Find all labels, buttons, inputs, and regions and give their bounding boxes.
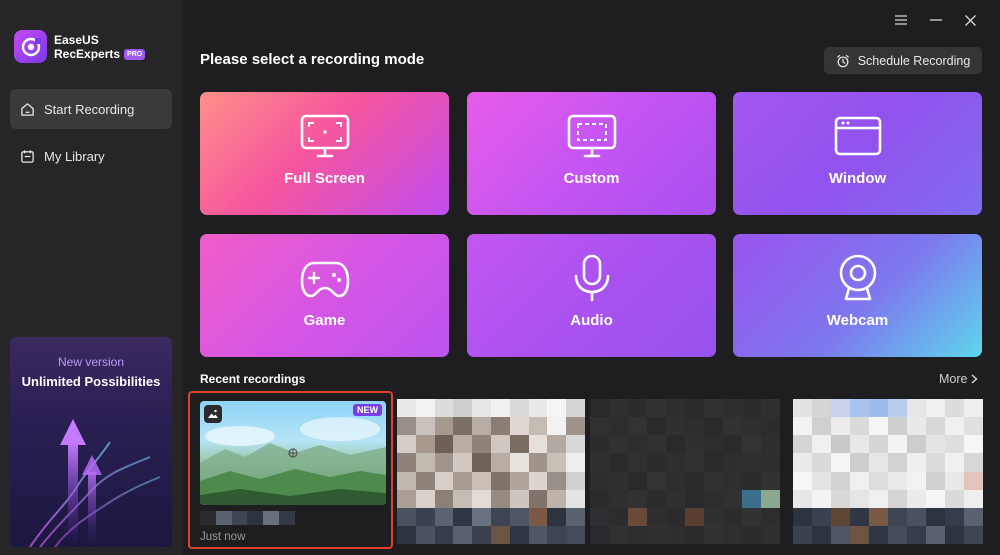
monitor-fullscreen-icon (300, 114, 349, 158)
window-icon (834, 116, 881, 156)
app-name-line2: RecExperts (54, 47, 121, 61)
menu-button[interactable] (892, 11, 910, 29)
app-name-line1: EaseUS (54, 33, 99, 47)
sidebar-item-label: Start Recording (44, 101, 135, 117)
app-name: EaseUS RecExperts PRO (54, 33, 146, 61)
pro-badge: PRO (124, 49, 146, 61)
growth-arrow-icon (29, 419, 161, 547)
webcam-icon (839, 254, 876, 301)
schedule-recording-button[interactable]: Schedule Recording (824, 47, 982, 74)
sidebar-item-start-recording[interactable]: Start Recording (10, 89, 172, 129)
mode-card-label: Game (303, 312, 346, 329)
recording-thumbnail-redacted[interactable] (590, 399, 780, 544)
minimize-button[interactable] (927, 11, 945, 29)
image-icon (204, 405, 222, 423)
mode-card-webcam[interactable]: Webcam (733, 234, 982, 357)
mode-card-label: Webcam (826, 312, 889, 329)
schedule-recording-label: Schedule Recording (857, 53, 971, 68)
minimize-icon (930, 19, 942, 21)
app-logo-icon (14, 30, 47, 63)
mode-card-audio[interactable]: Audio (467, 234, 716, 357)
menu-icon (895, 15, 907, 25)
sidebar-item-label: My Library (44, 148, 105, 164)
mode-card-window[interactable]: Window (733, 92, 982, 215)
mode-card-label: Audio (570, 312, 613, 329)
mode-card-full-screen[interactable]: Full Screen (200, 92, 449, 215)
promo-title: Unlimited Possibilities (21, 374, 161, 389)
more-link[interactable]: More (939, 372, 979, 386)
recording-thumbnail-redacted[interactable] (793, 399, 983, 544)
mode-card-label: Custom (563, 170, 620, 187)
home-icon (21, 102, 34, 116)
recording-name-redacted (200, 511, 295, 525)
monitor-custom-icon (567, 114, 616, 158)
sidebar-item-my-library[interactable]: My Library (10, 136, 172, 176)
thumbnail-landscape (200, 417, 386, 505)
more-label: More (939, 372, 968, 386)
recent-recordings-title: Recent recordings (200, 372, 306, 386)
mode-card-label: Full Screen (284, 170, 365, 187)
promo-subtitle: New version (57, 355, 125, 369)
chevron-right-icon (971, 374, 979, 384)
new-badge: NEW (353, 404, 382, 416)
recording-thumbnail[interactable]: NEW (200, 401, 386, 505)
library-icon (21, 149, 34, 163)
sidebar: EaseUS RecExperts PRO Start Recording My … (0, 0, 183, 555)
recording-thumbnail-redacted[interactable] (397, 399, 585, 544)
alarm-clock-icon (836, 54, 849, 67)
close-icon (964, 14, 976, 26)
gamepad-icon (300, 261, 349, 298)
promo-banner[interactable]: New version Unlimited Possibilities (10, 337, 172, 547)
close-button[interactable] (961, 11, 979, 29)
page-title: Please select a recording mode (200, 51, 425, 68)
microphone-icon (574, 254, 609, 302)
mode-card-game[interactable]: Game (200, 234, 449, 357)
mode-card-label: Window (828, 170, 887, 187)
recording-time: Just now (200, 531, 246, 543)
recording-card[interactable]: NEW Just now (188, 391, 393, 549)
mode-card-custom[interactable]: Custom (467, 92, 716, 215)
